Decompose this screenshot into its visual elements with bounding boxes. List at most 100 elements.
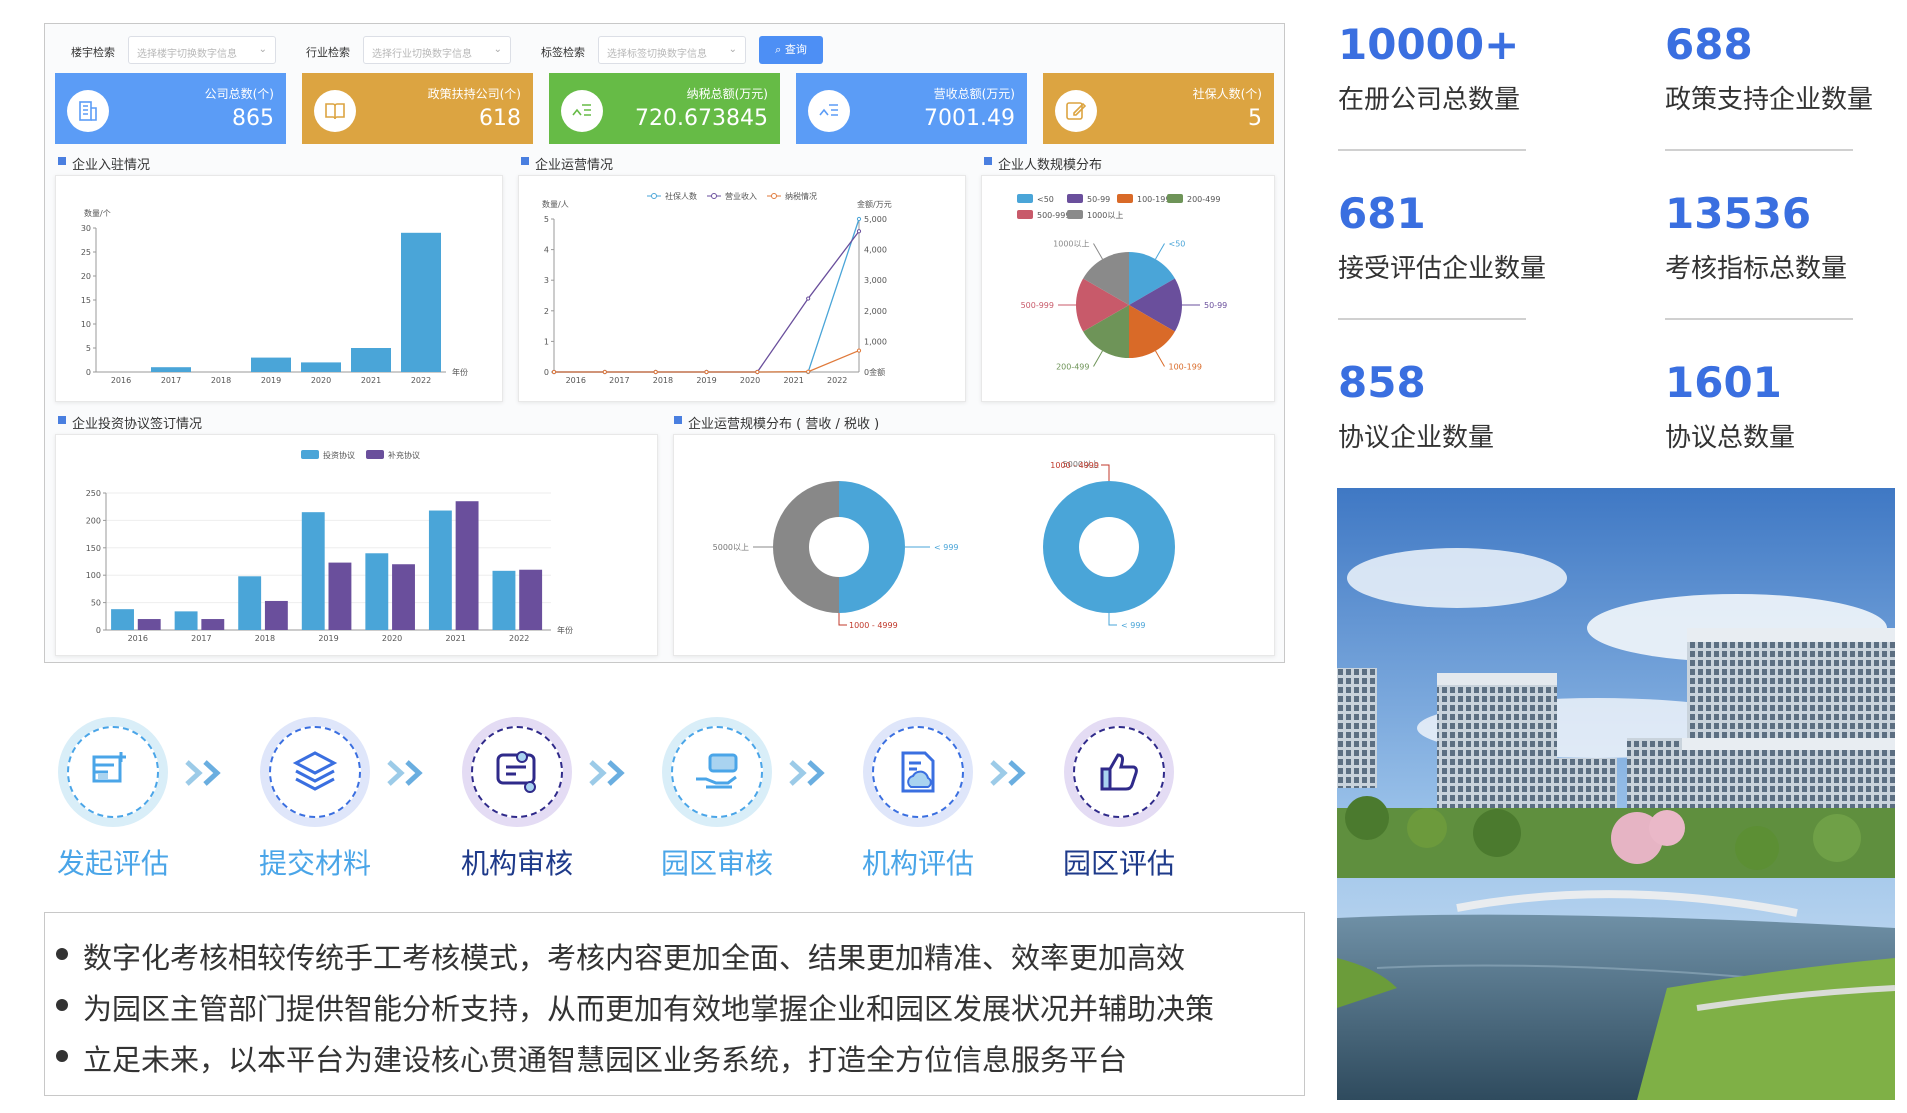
y2-tick-label: 3,000 [864,276,887,285]
bar [328,562,352,630]
y2-tick-label: 2,000 [864,307,887,316]
y-tick-label: 50 [91,599,101,608]
ops-chart-card: 0 1 2 3 4 5 2016 2017 2018 2019 2020 2021 2022 数量/人 0金… [518,175,966,402]
data-point [704,369,709,375]
scale-donut-charts: < 9995000以上1000 - 4999 < 9995000以上1000 - … [713,460,1175,630]
step-label: 提交材料 [258,847,371,880]
leader-line [1155,243,1165,260]
step-badge [1064,717,1174,827]
kpi-value: 618 [479,106,521,131]
form-add-icon [92,752,126,783]
stat-number: 10000+ [1338,20,1520,69]
process-step: 机构审核 [417,717,617,880]
leader-line [1093,350,1103,367]
data-point [755,369,760,375]
x-axis-label: 年份 [557,625,573,635]
data-point [806,369,811,374]
kpi-value: 865 [232,106,274,131]
tag-select[interactable]: 选择标签切换数字信息 ⌄ [598,36,746,64]
x-tick-label: 2018 [211,376,231,385]
industry-select[interactable]: 选择行业切换数字信息 ⌄ [363,36,511,64]
building-icon [67,90,109,132]
y-axis-label: 数量/个 [84,208,111,218]
process-step: 机构评估 [818,717,1018,880]
y-tick-label: 15 [81,296,91,305]
chart-check-icon [808,90,850,132]
y-tick-label: 25 [81,248,91,257]
stat-label: 协议企业数量 [1338,423,1495,453]
bar [401,232,441,372]
series-line [554,230,860,373]
slice-label: <50 [1169,240,1186,249]
bar [428,510,452,630]
bar [111,609,134,630]
query-button[interactable]: ⌕ 查询 [759,36,823,64]
slice-label: 1000 - 4999 [849,621,898,630]
invest-chart-card: 0 50 100 150 200 250 2016 2017 2018 2019 2020 2021 2… [55,434,658,656]
staff-chart-card: <50 50-99 100-199 200-499 500-999 1000以上 <50 50… [981,175,1275,402]
data-point [856,216,862,222]
step-badge [662,717,772,827]
legend-label: 50-99 [1087,195,1110,204]
x-tick-label: 2022 [509,634,529,643]
chevron-down-icon: ⌄ [728,44,737,55]
leader-line [1108,613,1117,626]
x-tick-label: 2017 [609,376,629,385]
y-tick-label: 30 [81,224,91,233]
process-step: 提交材料 [215,717,415,880]
data-point [806,296,811,301]
y-tick-label: 0 [86,368,91,377]
park-architecture-photo [1337,488,1895,1100]
y-tick-label: 10 [81,320,91,329]
slice-label: 500-999 [1021,301,1054,310]
stat-policy-companies: 688 政策支持企业数量 [1665,20,1907,151]
kpi-label: 营收总额(万元) [933,87,1015,101]
kpi-company-total: 公司总数(个) 865 [55,73,286,144]
stat-agreements: 1601 协议总数量 [1665,362,1907,454]
building-select[interactable]: 选择楼宇切换数字信息 ⌄ [128,36,276,64]
legend-swatch [1167,194,1183,203]
settle-bar-chart: 0 5 10 15 20 25 30 2016 2017 2018 2019 2020 2021 2022… [81,208,468,385]
stat-label: 协议总数量 [1665,423,1796,453]
leader-line [1093,243,1103,260]
legend-swatch [1117,194,1133,203]
x-tick-label: 2020 [382,634,402,643]
invest-bar-chart: 0 50 100 150 200 250 2016 2017 2018 2019 2020 2021 2… [86,450,573,643]
legend-label: 补充协议 [388,450,420,460]
divider [1338,149,1526,151]
x-tick-label: 2016 [111,376,131,385]
edit-icon [1055,90,1097,132]
step-label: 发起评估 [56,847,169,880]
kpi-tax-total: 纳税总额(万元) 720.673845 [549,73,780,144]
y-tick-label: 0 [96,626,101,635]
x-tick-label: 2020 [740,376,760,385]
bar [201,619,225,630]
description-item: 数字化考核相较传统手工考核模式，考核内容更加全面、结果更加精准、效率更加高效 [55,935,1185,977]
series-line [554,349,860,373]
industry-search-label: 行业检索 [306,46,350,59]
x-tick-label: 2016 [566,376,586,385]
step-badge [58,717,168,827]
x-tick-label: 2019 [318,634,338,643]
y-axis-label: 数量/人 [542,199,569,209]
panel-title-scale: 企业运营规模分布 ( 营收 / 税收 ) [674,413,879,432]
description-item: 立足未来，以本平台为建设核心贯通智慧园区业务系统，打造全方位信息服务平台 [55,1037,1127,1079]
step-label: 园区审核 [660,847,773,880]
bar [264,600,288,630]
stat-label: 接受评估企业数量 [1338,254,1547,284]
x-tick-label: 2020 [311,376,331,385]
stat-label: 在册公司总数量 [1338,85,1521,115]
chevron-down-icon: ⌄ [258,44,267,55]
slice-label: < 999 [1121,621,1146,630]
tag-search-label: 标签检索 [541,46,585,59]
kpi-policy-support: 政策扶持公司(个) 618 [302,73,533,144]
y2-axis-label: 金额/万元 [857,199,892,209]
slice-label: < 999 [934,543,959,552]
panel-title-settle: 企业入驻情况 [58,154,150,173]
book-icon [314,90,356,132]
slice-label: 50-99 [1204,301,1227,310]
divider [1665,149,1853,151]
stat-number: 688 [1665,20,1753,69]
search-bar: 楼宇检索 选择楼宇切换数字信息 ⌄ 行业检索 选择行业切换数字信息 ⌄ 标签检索 选… [45,36,1284,66]
x-tick-label: 2018 [255,634,275,643]
